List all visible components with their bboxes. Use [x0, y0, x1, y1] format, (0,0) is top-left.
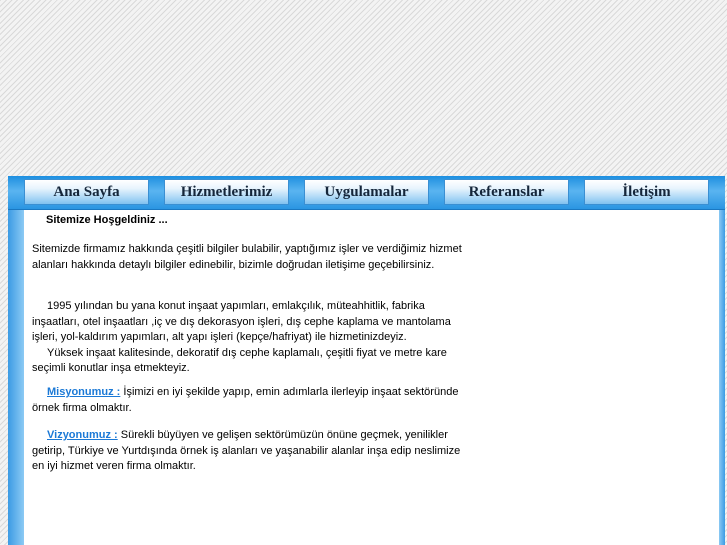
history-text: 1995 yılından bu yana konut inşaat yapım…	[32, 300, 451, 343]
right-decorative-border	[719, 210, 725, 545]
history-paragraph: 1995 yılından bu yana konut inşaat yapım…	[32, 299, 470, 377]
left-decorative-border	[8, 210, 24, 545]
welcome-heading: Sitemize Hoşgeldiniz ...	[46, 214, 168, 226]
intro-paragraph: Sitemizde firmamız hakkında çeşitli bilg…	[32, 243, 462, 271]
nav-references-button[interactable]: Referanslar	[444, 179, 569, 205]
nav-services-button[interactable]: Hizmetlerimiz	[164, 179, 289, 205]
main-navigation: Ana Sayfa Hizmetlerimiz Uygulamalar Refe…	[8, 176, 725, 210]
site-container: Ana Sayfa Hizmetlerimiz Uygulamalar Refe…	[8, 176, 725, 545]
mission-paragraph: Misyonumuz : İşimizi en iyi şekilde yapı…	[32, 385, 470, 416]
quality-text: Yüksek inşaat kalitesinde, dekoratif dış…	[32, 346, 447, 375]
mission-link[interactable]: Misyonumuz :	[47, 386, 120, 398]
nav-applications-button[interactable]: Uygulamalar	[304, 179, 429, 205]
nav-home-button[interactable]: Ana Sayfa	[24, 179, 149, 205]
nav-contact-button[interactable]: İletişim	[584, 179, 709, 205]
vision-link[interactable]: Vizyonumuz :	[47, 429, 118, 441]
vision-paragraph: Vizyonumuz : Sürekli büyüyen ve gelişen …	[32, 428, 470, 475]
